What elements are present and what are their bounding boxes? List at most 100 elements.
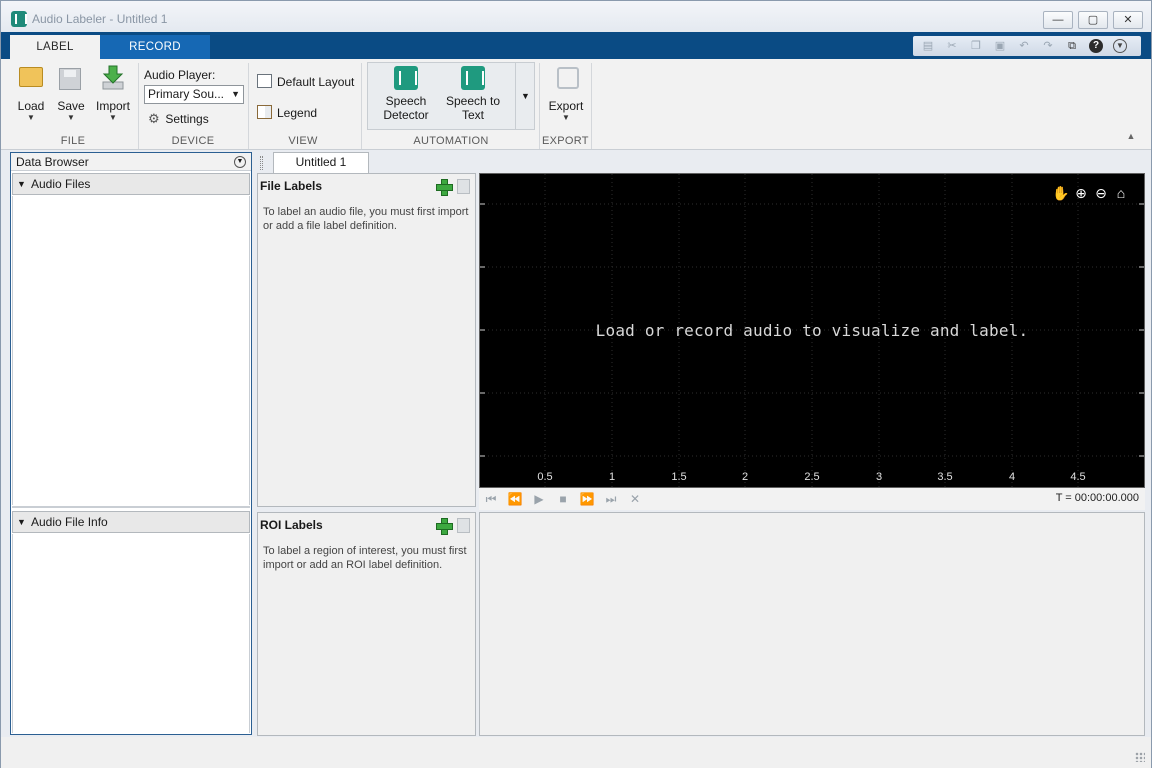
load-button[interactable]: Load ▼	[13, 99, 49, 123]
add-roi-label-icon[interactable]	[436, 518, 453, 535]
automation-more-button[interactable]: ▼	[515, 62, 535, 130]
speech-to-text-button[interactable]: Speech to Text	[439, 62, 507, 122]
folder-icon	[19, 67, 43, 87]
export-icon	[557, 67, 579, 89]
x-tick-label: 3	[875, 471, 883, 483]
save-icon	[59, 68, 81, 90]
pan-hand-icon[interactable]: ✋	[1052, 184, 1070, 202]
chevron-down-icon: ▼	[562, 113, 570, 122]
app-window: Audio Labeler - Untitled 1 — ▢ ✕ LABEL R…	[0, 0, 1152, 768]
title-bar: Audio Labeler - Untitled 1 — ▢ ✕	[1, 1, 1151, 32]
redo-icon[interactable]: ↷	[1041, 39, 1055, 53]
maximize-icon: ▢	[1087, 14, 1099, 26]
fast-forward-icon[interactable]: ⏩	[579, 491, 595, 507]
import-button[interactable]: Import ▼	[93, 99, 133, 123]
speech-detector-icon	[394, 66, 418, 90]
collapse-ribbon-icon[interactable]: ▲	[1125, 131, 1137, 143]
legend-button[interactable]: Legend	[257, 104, 317, 122]
speech-detector-button[interactable]: Speech Detector	[372, 62, 440, 122]
close-icon: ✕	[1123, 14, 1133, 26]
ribbon-divider	[591, 63, 592, 149]
export-label: Export	[548, 99, 584, 113]
roi-labels-title: ROI Labels	[260, 518, 323, 532]
chevron-down-icon: ▼	[231, 89, 240, 99]
speaker-settings-icon: ⚙	[148, 111, 160, 126]
ribbon-divider	[248, 63, 249, 149]
add-file-label-icon[interactable]	[436, 179, 453, 196]
status-bar	[1, 737, 1151, 768]
default-layout-label: Default Layout	[277, 75, 355, 89]
quick-access-menu-icon[interactable]: ▼	[1113, 39, 1127, 53]
ribbon-tab-bar: LABEL RECORD ▤ ✂ ❐ ▣ ↶ ↷ ⧉ ? ▼	[1, 32, 1151, 59]
audio-files-section-header[interactable]: Audio Files	[12, 173, 250, 195]
x-tick-label: 0.5	[537, 471, 553, 483]
copy-icon[interactable]: ❐	[969, 39, 983, 53]
roi-timeline-pane[interactable]	[479, 512, 1145, 736]
paste-icon[interactable]: ▣	[993, 39, 1007, 53]
legend-label: Legend	[277, 106, 318, 120]
undo-icon[interactable]: ↶	[1017, 39, 1031, 53]
skip-to-end-icon[interactable]: ⏭	[603, 491, 619, 507]
data-browser-title: Data Browser	[16, 155, 89, 169]
x-tick-label: 1	[608, 471, 616, 483]
loop-off-icon[interactable]: ✕	[627, 491, 643, 507]
waveform-plot[interactable]: Load or record audio to visualize and la…	[479, 173, 1145, 488]
section-splitter[interactable]	[12, 506, 250, 508]
roi-labels-panel: ROI Labels To label a region of interest…	[257, 512, 476, 736]
delete-file-label-icon[interactable]	[457, 179, 470, 194]
skip-to-start-icon[interactable]: ⏮	[483, 491, 499, 507]
play-icon[interactable]: ▶	[531, 491, 547, 507]
tab-label[interactable]: LABEL	[10, 35, 100, 59]
save-button[interactable]: Save ▼	[53, 99, 89, 123]
legend-icon	[257, 105, 272, 119]
document-bar-grip[interactable]	[260, 156, 263, 170]
home-icon[interactable]: ⌂	[1112, 184, 1130, 202]
app-icon	[11, 11, 27, 27]
x-tick-label: 4.5	[1070, 471, 1086, 483]
file-labels-panel: File Labels To label an audio file, you …	[257, 173, 476, 507]
zoom-in-icon[interactable]: ⊕	[1072, 184, 1090, 202]
audio-file-info-section-header[interactable]: Audio File Info	[12, 511, 250, 533]
tab-record[interactable]: RECORD	[100, 35, 210, 59]
help-icon[interactable]: ?	[1089, 39, 1103, 53]
chevron-down-icon: ▼	[109, 113, 117, 122]
data-browser-header: Data Browser ▼	[11, 153, 251, 171]
import-icon	[102, 65, 124, 90]
settings-button[interactable]: ⚙ Settings	[148, 110, 209, 128]
rewind-icon[interactable]: ⏪	[507, 491, 523, 507]
cut-icon[interactable]: ✂	[945, 39, 959, 53]
panel-options-icon[interactable]: ▼	[234, 156, 246, 168]
document-tab[interactable]: Untitled 1	[273, 152, 369, 173]
close-button[interactable]: ✕	[1113, 11, 1143, 29]
group-title-device: DEVICE	[171, 135, 215, 147]
speech-detector-label: Speech Detector	[383, 94, 429, 122]
ribbon: Load ▼ Save ▼ Import ▼ FILE Audio Player…	[1, 59, 1151, 150]
x-tick-label: 1.5	[671, 471, 687, 483]
time-readout: T = 00:00:00.000	[1055, 492, 1139, 504]
resize-grip-icon[interactable]	[1135, 752, 1145, 762]
x-tick-label: 2.5	[804, 471, 820, 483]
save-label: Save	[57, 99, 85, 113]
group-title-export: EXPORT	[542, 135, 589, 147]
maximize-button[interactable]: ▢	[1078, 11, 1108, 29]
load-label: Load	[17, 99, 45, 113]
audio-player-select[interactable]: Primary Sou... ▼	[144, 85, 244, 104]
minimize-button[interactable]: —	[1043, 11, 1073, 29]
group-title-automation: AUTOMATION	[413, 135, 489, 147]
group-title-file: FILE	[60, 135, 86, 147]
audio-file-info-body	[12, 534, 250, 733]
export-button[interactable]: Export ▼	[545, 99, 587, 123]
speech-to-text-icon	[461, 66, 485, 90]
audio-files-list[interactable]	[12, 196, 250, 505]
stop-icon[interactable]: ■	[555, 491, 571, 507]
zoom-out-icon[interactable]: ⊖	[1092, 184, 1110, 202]
layout-icon	[257, 74, 272, 88]
file-labels-help-text: To label an audio file, you must first i…	[263, 206, 469, 232]
switch-windows-icon[interactable]: ⧉	[1065, 39, 1079, 53]
save-icon[interactable]: ▤	[921, 39, 935, 53]
minimize-icon: —	[1052, 14, 1064, 26]
settings-label: Settings	[165, 112, 209, 126]
delete-roi-label-icon[interactable]	[457, 518, 470, 533]
file-labels-title: File Labels	[260, 179, 323, 193]
default-layout-button[interactable]: Default Layout	[257, 73, 354, 91]
